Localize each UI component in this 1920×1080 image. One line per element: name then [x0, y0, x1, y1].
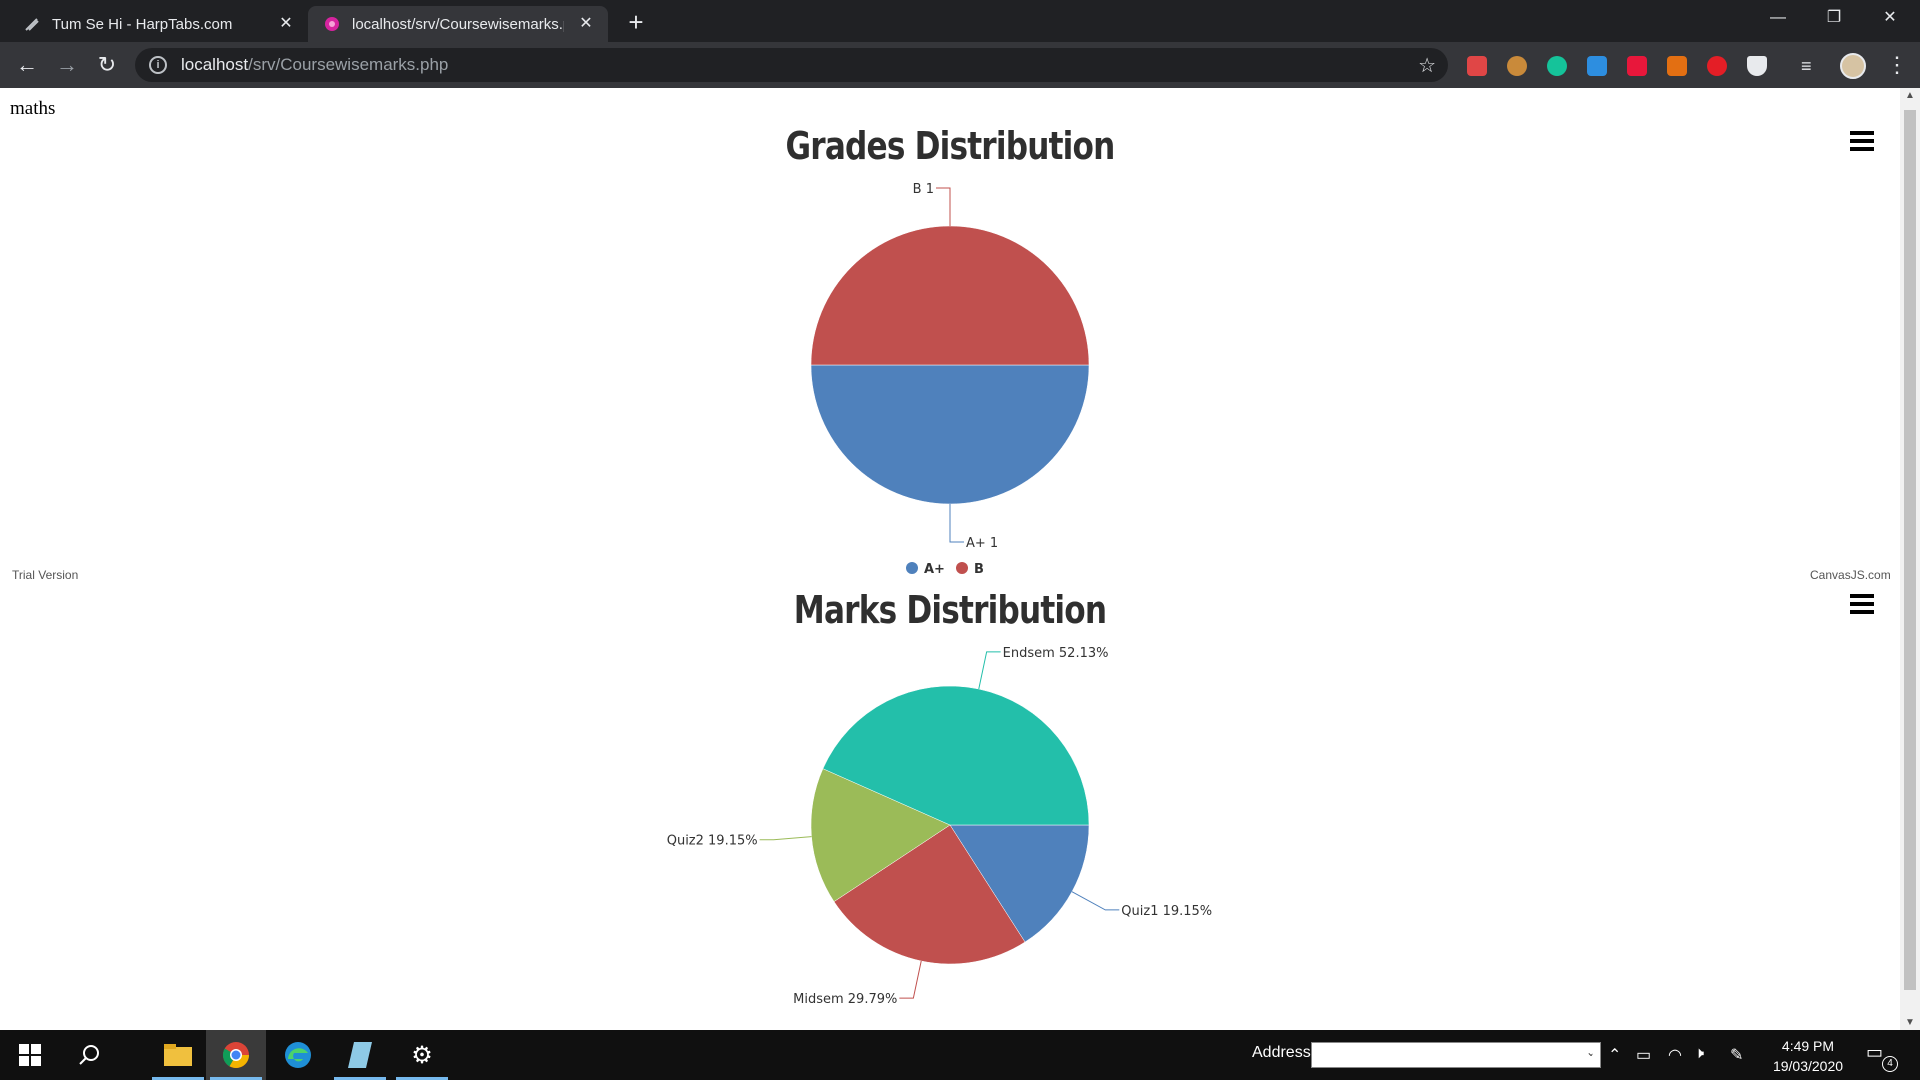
chrome-icon[interactable]	[206, 1030, 266, 1080]
charts-canvas: A+ 1 B 1 Quiz1 19.15% Midsem 29.79% Quiz2 19…	[667, 182, 1212, 1007]
address-toolbar-label: Address	[1252, 1044, 1311, 1061]
scroll-thumb[interactable]	[1904, 110, 1916, 990]
label-connector	[759, 836, 812, 841]
label-connector	[936, 187, 951, 226]
video-extension-icon[interactable]	[1627, 56, 1647, 76]
hand-extension-icon[interactable]	[1707, 56, 1727, 76]
system-clock[interactable]: 4:49 PM 19/03/2020	[1760, 1036, 1856, 1076]
url-text: localhost/srv/Coursewisemarks.php	[181, 55, 449, 74]
forward-icon[interactable]: →	[52, 50, 82, 80]
legend-entry-b: B	[974, 562, 984, 577]
scroll-down-icon[interactable]: ▼	[1900, 1017, 1920, 1028]
app-icon[interactable]	[330, 1030, 390, 1080]
data-label: Midsem 29.79%	[793, 992, 897, 1007]
cookie-extension-icon[interactable]	[1507, 56, 1527, 76]
page-scrollbar[interactable]: ▲ ▼	[1900, 88, 1920, 1030]
label-connector	[1071, 891, 1120, 911]
data-label: A+ 1	[966, 536, 998, 551]
address-toolbar-input[interactable]: ⌄	[1311, 1042, 1601, 1068]
restore-icon[interactable]: ❐	[1806, 0, 1862, 36]
pie-slice-b	[810, 225, 1090, 366]
address-bar[interactable]: i localhost/srv/Coursewisemarks.php ☆	[135, 48, 1448, 82]
battery-icon[interactable]: ▭	[1636, 1045, 1651, 1065]
tray-chevron-up-icon[interactable]: ⌃	[1608, 1045, 1621, 1065]
tab-close-icon[interactable]: ✕	[576, 14, 596, 34]
shield-extension-icon[interactable]	[1747, 56, 1767, 76]
browser-toolbar: ← → ↻ i localhost/srv/Coursewisemarks.ph…	[0, 42, 1920, 88]
pen-icon[interactable]: ✎	[1730, 1045, 1743, 1065]
volume-icon[interactable]: 🕨	[1694, 1045, 1704, 1063]
data-label: Endsem 52.13%	[1003, 646, 1109, 661]
taskbar: ⚙ Address ⌄ ↻ ⌃ ▭ ◠ 🕨 ✎ 4:49 PM 19/03/20…	[0, 1030, 1920, 1080]
clock-time: 4:49 PM	[1781, 1038, 1835, 1054]
label-connector	[899, 960, 922, 999]
tab-coursewisemarks[interactable]: localhost/srv/Coursewisemarks.php ✕	[308, 6, 608, 42]
edge-icon[interactable]	[268, 1030, 328, 1080]
page-content: maths Grades Distribution Trial Version …	[0, 88, 1900, 1030]
site-info-icon[interactable]: i	[149, 56, 167, 74]
scroll-up-icon[interactable]: ▲	[1900, 90, 1920, 101]
profile-avatar[interactable]	[1840, 53, 1866, 79]
label-connector	[949, 504, 964, 543]
label-connector	[978, 651, 1001, 690]
notification-center-icon[interactable]: ▭ 4	[1866, 1042, 1898, 1072]
close-window-icon[interactable]: ✕	[1862, 0, 1918, 36]
tab-close-icon[interactable]: ✕	[276, 14, 296, 34]
data-label: B 1	[913, 182, 934, 197]
search-icon[interactable]	[60, 1030, 120, 1080]
data-label: Quiz2 19.15%	[667, 834, 758, 849]
notification-badge: 4	[1882, 1056, 1898, 1072]
go-refresh-icon[interactable]: ↻	[1582, 1045, 1595, 1065]
tab-strip: Tum Se Hi - HarpTabs.com ✕ localhost/srv…	[0, 0, 1920, 42]
new-tab-icon[interactable]: +	[622, 9, 650, 37]
media-control-icon[interactable]: ≡	[1801, 56, 1821, 76]
reload-icon[interactable]: ↻	[92, 50, 122, 80]
edit-extension-icon[interactable]	[1587, 56, 1607, 76]
data-label: Quiz1 19.15%	[1121, 904, 1212, 919]
windows-start-icon[interactable]	[0, 1030, 60, 1080]
site-favicon-icon	[324, 16, 340, 32]
harp-favicon-icon	[24, 16, 40, 32]
tab-title: Tum Se Hi - HarpTabs.com	[52, 15, 233, 33]
back-icon[interactable]: ←	[12, 50, 42, 80]
pattern-extension-icon[interactable]	[1667, 56, 1687, 76]
grammarly-extension-icon[interactable]	[1547, 56, 1567, 76]
tab-harptabs[interactable]: Tum Se Hi - HarpTabs.com ✕	[8, 6, 308, 42]
settings-gear-icon[interactable]: ⚙	[392, 1030, 452, 1080]
wifi-icon[interactable]: ◠	[1668, 1045, 1682, 1065]
clock-date: 19/03/2020	[1772, 1058, 1844, 1074]
file-explorer-icon[interactable]	[148, 1030, 208, 1080]
pocket-extension-icon[interactable]	[1467, 56, 1487, 76]
legend-entry-a: A+	[924, 562, 945, 577]
minimize-icon[interactable]: —	[1750, 0, 1806, 36]
legend-marker	[956, 562, 968, 574]
tab-title: localhost/srv/Coursewisemarks.php	[352, 15, 564, 33]
browser-menu-icon[interactable]: ⋮	[1886, 50, 1908, 80]
pie-slice-a	[810, 364, 1090, 505]
bookmark-star-icon[interactable]: ☆	[1418, 53, 1436, 78]
legend-marker	[906, 562, 918, 574]
